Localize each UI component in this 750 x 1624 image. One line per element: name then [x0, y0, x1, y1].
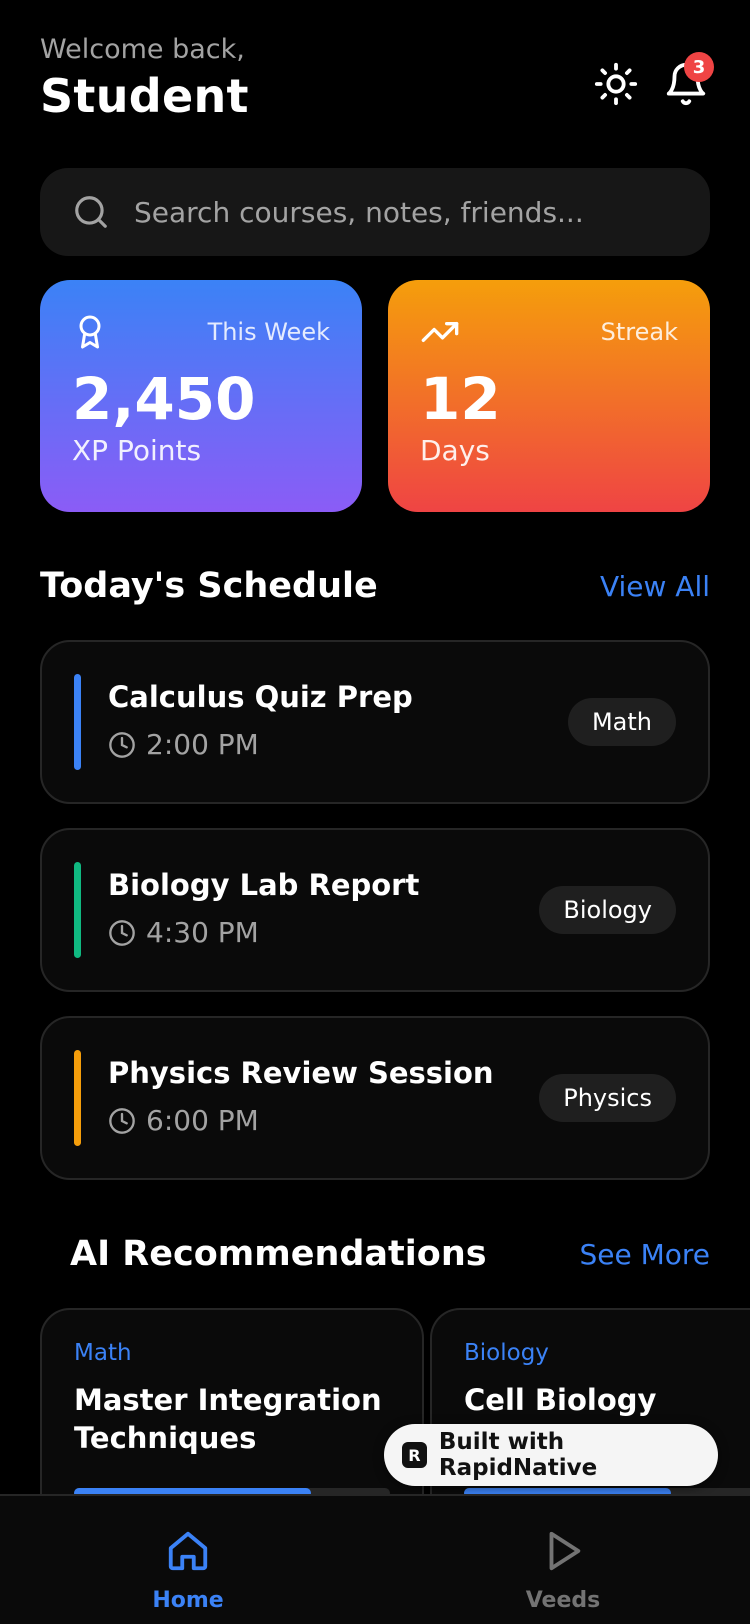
xp-value: 2,450 [72, 365, 256, 433]
xp-card[interactable]: This Week 2,450 XP Points [40, 280, 362, 512]
time-text: 2:00 PM [146, 728, 259, 761]
sun-icon [594, 62, 638, 106]
play-icon [549, 1531, 581, 1571]
schedule-title: Today's Schedule [40, 566, 378, 606]
schedule-item[interactable]: Physics Review Session 6:00 PM Physics [40, 1016, 710, 1180]
award-icon [79, 315, 101, 349]
search-input[interactable] [134, 195, 654, 229]
view-all-link[interactable]: View All [600, 570, 710, 603]
home-icon [168, 1531, 208, 1571]
streak-label: Days [420, 433, 490, 467]
recommendation-category: Biology [464, 1340, 549, 1366]
trending-up-icon [421, 322, 459, 342]
see-more-link[interactable]: See More [579, 1238, 710, 1271]
schedule-item-title: Biology Lab Report [108, 868, 420, 902]
clock-icon [109, 919, 135, 946]
recommendation-title: Master Integration Techniques [74, 1383, 382, 1455]
schedule-item[interactable]: Calculus Quiz Prep 2:00 PM Math [40, 640, 710, 804]
notifications-button[interactable]: 3 [662, 52, 714, 108]
bottom-tab-bar: Home Veeds [0, 1494, 750, 1624]
tab-label: Home [152, 1588, 224, 1613]
clock-icon [109, 1107, 135, 1134]
time-text: 4:30 PM [146, 916, 259, 949]
schedule-header: Today's Schedule View All [40, 566, 710, 606]
schedule-item-title: Calculus Quiz Prep [108, 680, 413, 714]
streak-tag: Streak [600, 318, 678, 346]
built-with-badge[interactable]: R Built with RapidNative [384, 1424, 718, 1486]
header: Welcome back, Student 3 [40, 34, 714, 134]
streak-card[interactable]: Streak 12 Days [388, 280, 710, 512]
recommendation-category: Math [74, 1340, 132, 1366]
subject-chip[interactable]: Math [567, 698, 676, 746]
recommendations-header: AI Recommendations See More [70, 1234, 710, 1274]
clock-icon [109, 731, 135, 758]
schedule-item-time: 2:00 PM [108, 728, 259, 761]
schedule-item[interactable]: Biology Lab Report 4:30 PM Biology [40, 828, 710, 992]
subject-color-bar [74, 862, 81, 958]
subject-chip[interactable]: Physics [539, 1074, 676, 1122]
subject-color-bar [74, 674, 81, 770]
recommendations-title: AI Recommendations [70, 1234, 487, 1274]
rapidnative-logo-icon: R [402, 1442, 427, 1468]
built-with-text: Built with RapidNative [438, 1429, 598, 1481]
streak-value: 12 [420, 365, 501, 433]
notification-badge: 3 [684, 52, 714, 82]
search-icon [75, 196, 107, 228]
xp-label: XP Points [72, 433, 202, 467]
theme-toggle-button[interactable] [592, 60, 640, 108]
tab-home[interactable]: Home [113, 1528, 263, 1613]
tab-veeds[interactable]: Veeds [488, 1528, 638, 1613]
schedule-item-title: Physics Review Session [108, 1056, 494, 1090]
schedule-item-time: 4:30 PM [108, 916, 259, 949]
time-text: 6:00 PM [146, 1104, 259, 1137]
recommendation-title: Cell Biology [464, 1383, 657, 1417]
search-bar[interactable] [40, 168, 710, 256]
tab-label: Veeds [525, 1588, 601, 1613]
schedule-item-time: 6:00 PM [108, 1104, 259, 1137]
xp-period-label: This Week [207, 318, 330, 346]
subject-color-bar [74, 1050, 81, 1146]
subject-chip[interactable]: Biology [539, 886, 676, 934]
